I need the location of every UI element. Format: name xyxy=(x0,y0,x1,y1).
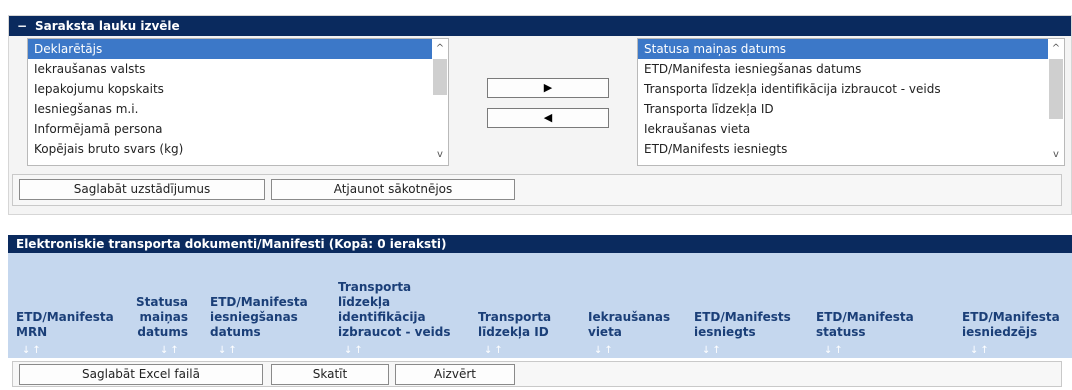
scroll-up-icon[interactable]: ^ xyxy=(432,41,448,57)
results-grid: Elektroniskie transporta dokumenti/Manif… xyxy=(8,235,1072,358)
grid-title: Elektroniskie transporta dokumenti/Manif… xyxy=(8,235,1072,253)
column-header-submitter[interactable]: ETD/Manifesta iesniedzējs xyxy=(962,310,1060,340)
move-right-button[interactable]: ▶ xyxy=(487,78,609,98)
column-header-submitted[interactable]: ETD/Manifests iesniegts xyxy=(694,310,791,340)
selected-list-scrollbar[interactable]: ^ v xyxy=(1048,39,1064,165)
view-button[interactable]: Skatīt xyxy=(271,364,389,385)
scroll-thumb[interactable] xyxy=(1049,59,1063,119)
move-left-button[interactable]: ◀ xyxy=(487,108,609,128)
column-header-submission-date[interactable]: ETD/Manifesta iesniegšanas datums xyxy=(210,295,308,340)
list-item[interactable]: Iesniegšanas m.i. xyxy=(28,99,448,119)
grid-column-headers: ETD/Manifesta MRN Statusa maiņas datums … xyxy=(8,253,1072,358)
save-excel-button[interactable]: Saglabāt Excel failā xyxy=(19,364,263,385)
column-header-transport-type[interactable]: Transporta līdzekļa identifikācija izbra… xyxy=(338,280,450,340)
column-header-mrn[interactable]: ETD/Manifesta MRN xyxy=(16,310,114,340)
available-list-scrollbar[interactable]: ^ v xyxy=(432,39,448,165)
scroll-up-icon[interactable]: ^ xyxy=(1048,41,1064,57)
list-item[interactable]: ETD/Manifests iesniegts xyxy=(638,139,1064,159)
sort-icon[interactable]: ↓↑ xyxy=(824,345,845,356)
available-fields-list[interactable]: Deklarētājs Iekraušanas valsts Iepakojum… xyxy=(27,38,449,166)
save-settings-button[interactable]: Saglabāt uzstādījumus xyxy=(19,179,265,200)
column-header-loading-place[interactable]: Iekraušanas vieta xyxy=(588,310,670,340)
list-item[interactable]: ETD/Manifesta iesniegšanas datums xyxy=(638,59,1064,79)
column-header-transport-id[interactable]: Transporta līdzekļa ID xyxy=(478,310,551,340)
column-header-status[interactable]: ETD/Manifesta statuss xyxy=(816,310,914,340)
settings-button-bar: Saglabāt uzstādījumus Atjaunot sākotnējo… xyxy=(12,174,1062,206)
list-item[interactable]: Iekraušanas valsts xyxy=(28,59,448,79)
scroll-down-icon[interactable]: v xyxy=(432,147,448,163)
list-item[interactable]: Transporta līdzekļa ID xyxy=(638,99,1064,119)
list-item[interactable]: Iepakojumu kopskaits xyxy=(28,79,448,99)
panel-title: Saraksta lauku izvēle xyxy=(35,19,180,33)
sort-icon[interactable]: ↓↑ xyxy=(22,345,43,356)
collapse-icon[interactable]: − xyxy=(17,16,29,36)
list-item[interactable]: Deklarētājs xyxy=(28,39,448,59)
list-item[interactable]: Kopējais bruto svars (kg) xyxy=(28,139,448,159)
sort-icon[interactable]: ↓↑ xyxy=(344,345,365,356)
selected-fields-list[interactable]: Statusa maiņas datums ETD/Manifesta iesn… xyxy=(637,38,1065,166)
sort-icon[interactable]: ↓↑ xyxy=(702,345,723,356)
list-item[interactable]: Transporta līdzekļa identifikācija izbra… xyxy=(638,79,1064,99)
sort-icon[interactable]: ↓↑ xyxy=(484,345,505,356)
sort-icon[interactable]: ↓↑ xyxy=(970,345,991,356)
reset-defaults-button[interactable]: Atjaunot sākotnējos xyxy=(271,179,515,200)
footer-button-bar: Saglabāt Excel failā Skatīt Aizvērt xyxy=(12,361,1062,387)
panel-header: − Saraksta lauku izvēle xyxy=(9,16,1071,36)
scroll-down-icon[interactable]: v xyxy=(1048,147,1064,163)
close-button[interactable]: Aizvērt xyxy=(395,364,515,385)
scroll-thumb[interactable] xyxy=(433,59,447,95)
sort-icon[interactable]: ↓↑ xyxy=(160,345,181,356)
sort-icon[interactable]: ↓↑ xyxy=(218,345,239,356)
list-item[interactable]: Statusa maiņas datums xyxy=(638,39,1064,59)
list-item[interactable]: Informējamā persona xyxy=(28,119,448,139)
column-header-status-change-date[interactable]: Statusa maiņas datums xyxy=(136,295,188,340)
list-item[interactable]: Iekraušanas vieta xyxy=(638,119,1064,139)
sort-icon[interactable]: ↓↑ xyxy=(594,345,615,356)
